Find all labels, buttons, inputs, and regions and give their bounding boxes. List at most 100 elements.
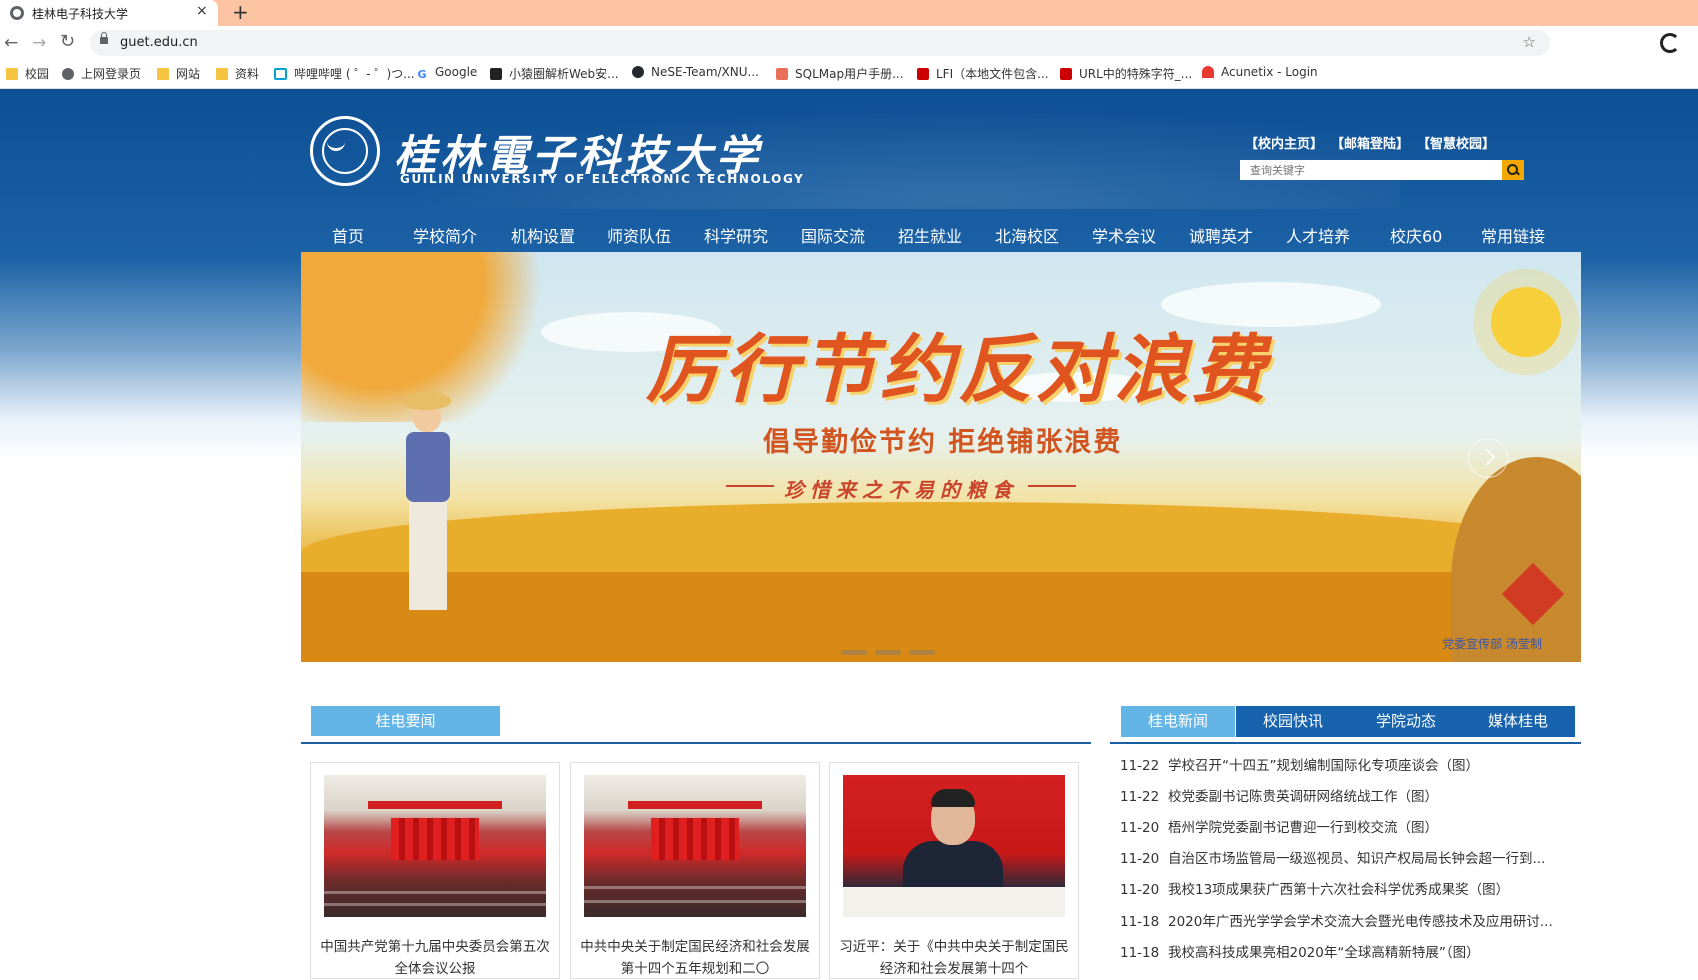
- seat-row: [324, 891, 546, 895]
- nav-item-home[interactable]: 首页: [332, 223, 364, 247]
- address-bar[interactable]: guet.edu.cn ☆: [90, 30, 1550, 56]
- news-card-caption[interactable]: 习近平：关于《中共中央关于制定国民经济和社会发展第十四个: [838, 936, 1070, 980]
- bookmark-item[interactable]: NeSE-Team/XNU...: [632, 65, 759, 83]
- tab-close-button[interactable]: ×: [196, 3, 208, 19]
- banner-decoration-line: [726, 485, 774, 487]
- url-text[interactable]: guet.edu.cn: [120, 35, 198, 50]
- nav-item-recruitment[interactable]: 诚聘英才: [1189, 223, 1253, 247]
- nav-item-talent-training[interactable]: 人才培养: [1286, 223, 1350, 247]
- tab-media-guet[interactable]: 媒体桂电: [1461, 706, 1575, 737]
- nav-item-conferences[interactable]: 学术会议: [1092, 223, 1156, 247]
- straw-hut-illustration: [1451, 457, 1581, 662]
- news-title[interactable]: 自治区市场监管局一级巡视员、知识产权局局长钟会超一行到...: [1168, 851, 1545, 867]
- site-search: [1240, 160, 1524, 180]
- nav-item-international[interactable]: 国际交流: [801, 223, 865, 247]
- news-title[interactable]: 我校13项成果获广西第十六次社会科学优秀成果奖（图）: [1168, 882, 1509, 898]
- farmer-pants: [409, 500, 447, 610]
- university-seal-logo[interactable]: [310, 116, 380, 186]
- news-card-caption[interactable]: 中国共产党第十九届中央委员会第五次全体会议公报: [319, 936, 551, 980]
- news-title[interactable]: 我校高科技成果亮相2020年“全球高精新特展”（图）: [1168, 945, 1480, 961]
- news-title[interactable]: 校党委副书记陈贵英调研网络统战工作（图）: [1168, 789, 1438, 805]
- news-card-caption[interactable]: 中共中央关于制定国民经济和社会发展第十四个五年规划和二〇: [579, 936, 811, 980]
- tab-campus-flash[interactable]: 校园快讯: [1236, 706, 1350, 737]
- news-list-item[interactable]: 11-20 自治区市场监管局一级巡视员、知识产权局局长钟会超一行到...: [1120, 847, 1580, 869]
- back-arrow-icon[interactable]: ←: [4, 33, 18, 53]
- news-date: 11-20: [1120, 851, 1160, 867]
- bookmark-item[interactable]: URL中的特殊字符_...: [1060, 65, 1192, 83]
- news-list-item[interactable]: 11-18 2020年广西光学学会学术交流大会暨光电传感技术及应用研讨...: [1120, 910, 1580, 932]
- bookmark-item[interactable]: 上网登录页: [62, 65, 141, 83]
- news-list-item[interactable]: 11-20 我校13项成果获广西第十六次社会科学优秀成果奖（图）: [1120, 878, 1580, 900]
- nav-item-beihai-campus[interactable]: 北海校区: [995, 223, 1059, 247]
- nav-item-links[interactable]: 常用链接: [1481, 223, 1545, 247]
- banner-credit: 党委宣传部 汤莹制: [1442, 637, 1542, 651]
- github-icon: [632, 66, 644, 78]
- tab-guet-news[interactable]: 桂电新闻: [1121, 706, 1235, 737]
- folder-icon: [216, 68, 228, 80]
- bookmark-item[interactable]: SQLMap用户手册...: [776, 65, 904, 83]
- news-list-item[interactable]: 11-20 梧州学院党委副书记曹迎一行到校交流（图）: [1120, 816, 1580, 838]
- farmer-hat: [401, 392, 451, 410]
- hero-banner[interactable]: 厉行节约反对浪费 倡导勤俭节约 拒绝铺张浪费 珍惜来之不易的粮食 党委宣传部 汤…: [301, 252, 1581, 662]
- news-title[interactable]: 梧州学院党委副书记曹迎一行到校交流（图）: [1168, 820, 1438, 836]
- acunetix-icon: [1202, 66, 1214, 78]
- bookmark-item[interactable]: Acunetix - Login: [1202, 65, 1318, 83]
- new-tab-button[interactable]: +: [232, 0, 249, 24]
- speaker-hair: [931, 789, 975, 807]
- news-title[interactable]: 学校召开“十四五”规划编制国际化专项座谈会（图）: [1168, 758, 1479, 774]
- news-list-item[interactable]: 11-22 校党委副书记陈贵英调研网络统战工作（图）: [1120, 785, 1580, 807]
- search-icon-handle: [1515, 170, 1520, 176]
- news-card[interactable]: 中国共产党第十九届中央委员会第五次全体会议公报: [310, 762, 560, 979]
- smart-campus-link[interactable]: 【智慧校园】: [1417, 133, 1495, 152]
- news-list-item[interactable]: 11-18 我校高科技成果亮相2020年“全球高精新特展”（图）: [1120, 941, 1580, 963]
- csdn-icon: [1060, 68, 1072, 80]
- bookmark-label: 资料: [235, 67, 260, 81]
- bookmark-label: NeSE-Team/XNU...: [651, 65, 759, 79]
- slide-indicator[interactable]: [875, 650, 901, 655]
- browser-tab[interactable]: 桂林电子科技大学 ×: [0, 0, 218, 26]
- bookmark-item[interactable]: LFI（本地文件包含...: [917, 65, 1049, 83]
- bookmark-label: URL中的特殊字符_...: [1079, 67, 1193, 81]
- tab-guet-highlights[interactable]: 桂电要闻: [311, 706, 500, 736]
- globe-icon: [62, 68, 74, 80]
- slide-indicator[interactable]: [841, 650, 867, 655]
- mail-login-link[interactable]: 【邮箱登陆】: [1331, 133, 1409, 152]
- seat-row: [324, 902, 546, 906]
- hall-banner: [628, 800, 762, 809]
- bookmark-item[interactable]: 网站: [157, 65, 200, 83]
- nav-item-anniversary[interactable]: 校庆60: [1390, 223, 1442, 247]
- news-title[interactable]: 2020年广西光学学会学术交流大会暨光电传感技术及应用研讨...: [1168, 914, 1553, 930]
- banner-next-arrow-icon[interactable]: [1468, 438, 1508, 478]
- slide-indicator[interactable]: [909, 650, 935, 655]
- section-divider: [301, 742, 1091, 744]
- bookmark-item[interactable]: G Google: [416, 65, 477, 83]
- nav-item-research[interactable]: 科学研究: [704, 223, 768, 247]
- wheat-foreground-illustration: [301, 572, 1581, 662]
- nav-item-about[interactable]: 学校简介: [413, 223, 477, 247]
- nav-item-admissions[interactable]: 招生就业: [898, 223, 962, 247]
- campus-home-link[interactable]: 【校内主页】: [1245, 133, 1323, 152]
- tab-college-news[interactable]: 学院动态: [1349, 706, 1463, 737]
- bookmark-label: 哔哩哔哩 ( ゜- ゜)つ...: [294, 67, 415, 81]
- google-icon: G: [416, 68, 428, 81]
- profile-icon[interactable]: [1660, 33, 1680, 53]
- nav-item-organization[interactable]: 机构设置: [511, 223, 575, 247]
- search-button[interactable]: [1502, 160, 1524, 180]
- reload-icon[interactable]: ↻: [60, 31, 75, 52]
- banner-subtitle: 倡导勤俭节约 拒绝铺张浪费: [763, 427, 1123, 458]
- news-list-item[interactable]: 11-22 学校召开“十四五”规划编制国际化专项座谈会（图）: [1120, 754, 1580, 776]
- nav-item-faculty[interactable]: 师资队伍: [607, 223, 671, 247]
- tab-title: 桂林电子科技大学: [32, 7, 129, 21]
- bookmark-star-icon[interactable]: ☆: [1523, 33, 1536, 51]
- bookmark-item[interactable]: 资料: [216, 65, 259, 83]
- bookmark-label: Google: [435, 65, 478, 79]
- bookmark-item[interactable]: 校园: [6, 65, 49, 83]
- forward-arrow-icon[interactable]: →: [32, 33, 46, 53]
- banner-title: 厉行节约反对浪费: [646, 327, 1270, 413]
- bookmark-item[interactable]: 哔哩哔哩 ( ゜- ゜)つ...: [274, 65, 415, 83]
- news-date: 11-18: [1120, 914, 1160, 930]
- bookmark-item[interactable]: 小猿圈解析Web安...: [490, 65, 619, 83]
- news-card[interactable]: 中共中央关于制定国民经济和社会发展第十四个五年规划和二〇: [570, 762, 820, 979]
- search-input[interactable]: [1240, 160, 1498, 180]
- news-card[interactable]: 习近平：关于《中共中央关于制定国民经济和社会发展第十四个: [829, 762, 1079, 979]
